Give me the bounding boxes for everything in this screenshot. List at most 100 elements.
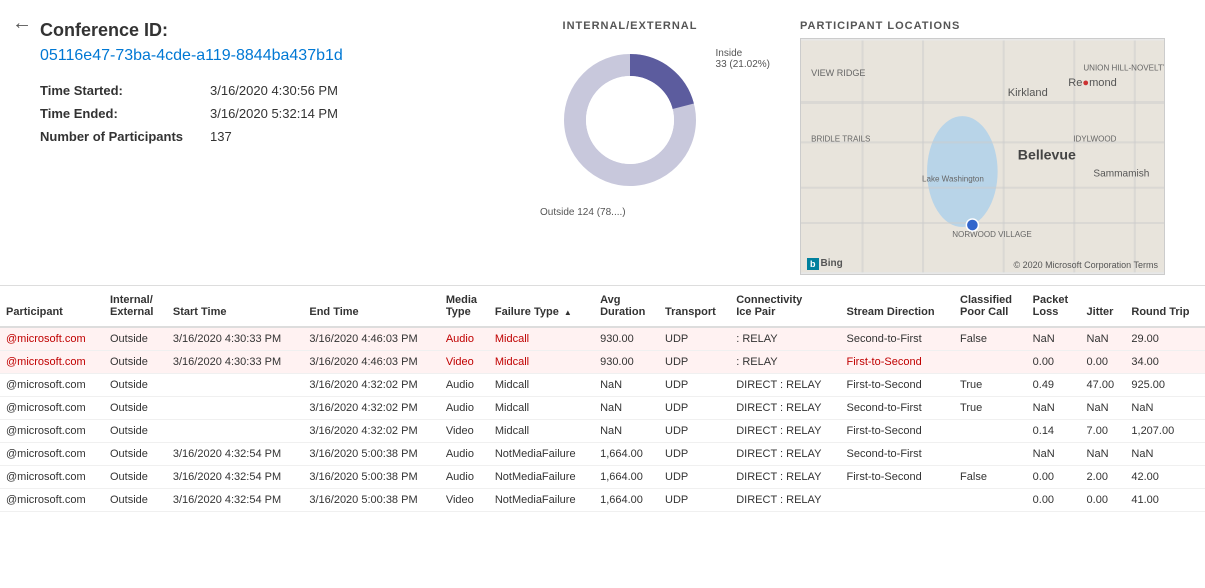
table-cell-internal_external: Outside (104, 442, 167, 465)
table-cell-jitter: 7.00 (1081, 419, 1126, 442)
table-cell-end_time: 3/16/2020 5:00:38 PM (303, 442, 439, 465)
conference-info: Conference ID: 05116e47-73ba-4cde-a119-8… (40, 20, 460, 275)
table-cell-round_trip: NaN (1125, 442, 1205, 465)
table-cell-internal_external: Outside (104, 350, 167, 373)
table-cell-connectivity_ice_pair: DIRECT : RELAY (730, 465, 840, 488)
table-body: @microsoft.comOutside3/16/2020 4:30:33 P… (0, 327, 1205, 512)
table-cell-participant[interactable]: @microsoft.com (0, 327, 104, 351)
table-cell-internal_external: Outside (104, 396, 167, 419)
participants-label: Number of Participants (40, 129, 210, 144)
col-start-time[interactable]: Start Time (167, 286, 303, 327)
col-media-type[interactable]: MediaType (440, 286, 489, 327)
table-cell-jitter: 47.00 (1081, 373, 1126, 396)
table-cell-avg_duration: NaN (594, 419, 659, 442)
table-cell-failure_type: Midcall (489, 396, 594, 419)
table-cell-jitter: NaN (1081, 327, 1126, 351)
table-cell-start_time (167, 396, 303, 419)
time-ended-value: 3/16/2020 5:32:14 PM (210, 106, 460, 121)
back-button[interactable]: ← (12, 12, 32, 35)
table-cell-round_trip: 34.00 (1125, 350, 1205, 373)
table-cell-end_time: 3/16/2020 4:32:02 PM (303, 419, 439, 442)
table-cell-connectivity_ice_pair: DIRECT : RELAY (730, 488, 840, 511)
table-cell-jitter: 2.00 (1081, 465, 1126, 488)
table-row: @microsoft.comOutside3/16/2020 4:32:54 P… (0, 465, 1205, 488)
table-cell-avg_duration: NaN (594, 396, 659, 419)
table-cell-packet_loss: NaN (1027, 327, 1081, 351)
table-cell-stream_direction (841, 488, 955, 511)
table-cell-media_type: Audio (440, 373, 489, 396)
table-cell-classified_poor_call (954, 350, 1027, 373)
col-internal-external[interactable]: Internal/External (104, 286, 167, 327)
table-cell-connectivity_ice_pair: : RELAY (730, 350, 840, 373)
table-cell-internal_external: Outside (104, 327, 167, 351)
col-end-time[interactable]: End Time (303, 286, 439, 327)
col-transport[interactable]: Transport (659, 286, 730, 327)
table-cell-connectivity_ice_pair: : RELAY (730, 327, 840, 351)
table-cell-start_time: 3/16/2020 4:32:54 PM (167, 488, 303, 511)
table-cell-participant: @microsoft.com (0, 419, 104, 442)
table-cell-media_type: Video (440, 488, 489, 511)
col-failure-type[interactable]: Failure Type ▲ (489, 286, 594, 327)
table-cell-participant[interactable]: @microsoft.com (0, 350, 104, 373)
conference-meta: Time Started: 3/16/2020 4:30:56 PM Time … (40, 83, 460, 144)
table-row: @microsoft.comOutside3/16/2020 4:30:33 P… (0, 350, 1205, 373)
table-cell-classified_poor_call: True (954, 396, 1027, 419)
table-row: @microsoft.comOutside3/16/2020 4:32:02 P… (0, 396, 1205, 419)
svg-text:Bellevue: Bellevue (1018, 146, 1076, 162)
sort-arrow-up: ▲ (564, 308, 572, 317)
map-copyright: © 2020 Microsoft Corporation Terms (1013, 260, 1158, 270)
col-round-trip[interactable]: Round Trip (1125, 286, 1205, 327)
col-stream-direction[interactable]: Stream Direction (841, 286, 955, 327)
bing-logo: b Bing (807, 258, 843, 270)
table-cell-failure_type: Midcall (489, 419, 594, 442)
table-cell-packet_loss: 0.49 (1027, 373, 1081, 396)
table-cell-transport: UDP (659, 465, 730, 488)
table-cell-classified_poor_call: False (954, 465, 1027, 488)
time-started-value: 3/16/2020 4:30:56 PM (210, 83, 460, 98)
col-participant[interactable]: Participant (0, 286, 104, 327)
table-cell-end_time: 3/16/2020 4:32:02 PM (303, 373, 439, 396)
table-wrapper[interactable]: Participant Internal/External Start Time… (0, 286, 1205, 512)
map-title: PARTICIPANT LOCATIONS (800, 20, 1165, 32)
table-row: @microsoft.comOutside3/16/2020 4:32:02 P… (0, 373, 1205, 396)
table-cell-internal_external: Outside (104, 488, 167, 511)
col-connectivity[interactable]: ConnectivityIce Pair (730, 286, 840, 327)
table-cell-participant: @microsoft.com (0, 396, 104, 419)
conference-id-label: Conference ID: (40, 20, 460, 41)
table-cell-packet_loss: 0.00 (1027, 488, 1081, 511)
table-cell-stream_direction: Second-to-First (841, 396, 955, 419)
table-cell-stream_direction: First-to-Second (841, 373, 955, 396)
table-cell-end_time: 3/16/2020 5:00:38 PM (303, 488, 439, 511)
table-cell-failure_type: Midcall (489, 327, 594, 351)
table-cell-transport: UDP (659, 327, 730, 351)
table-row: @microsoft.comOutside3/16/2020 4:30:33 P… (0, 327, 1205, 351)
col-jitter[interactable]: Jitter (1081, 286, 1126, 327)
table-cell-start_time: 3/16/2020 4:30:33 PM (167, 350, 303, 373)
table-cell-participant: @microsoft.com (0, 442, 104, 465)
col-classified-poor-call[interactable]: ClassifiedPoor Call (954, 286, 1027, 327)
table-cell-round_trip: 41.00 (1125, 488, 1205, 511)
svg-text:UNION HILL-NOVELTY MILL: UNION HILL-NOVELTY MILL (1083, 64, 1164, 73)
donut-chart-section: INTERNAL/EXTERNAL Inside 33 (21.02%) (480, 20, 780, 275)
table-cell-transport: UDP (659, 419, 730, 442)
table-cell-jitter: NaN (1081, 442, 1126, 465)
outside-label: Outside 124 (78....) (530, 207, 730, 218)
time-ended-label: Time Ended: (40, 106, 210, 121)
col-packet-loss[interactable]: PacketLoss (1027, 286, 1081, 327)
table-cell-jitter: 0.00 (1081, 488, 1126, 511)
conference-id-value[interactable]: 05116e47-73ba-4cde-a119-8844ba437b1d (40, 47, 460, 65)
table-cell-media_type: Audio (440, 442, 489, 465)
table-cell-avg_duration: 1,664.00 (594, 465, 659, 488)
col-avg-duration[interactable]: AvgDuration (594, 286, 659, 327)
table-cell-start_time (167, 419, 303, 442)
svg-text:BRIDLE TRAILS: BRIDLE TRAILS (811, 134, 870, 143)
table-cell-participant: @microsoft.com (0, 465, 104, 488)
table-cell-round_trip: 1,207.00 (1125, 419, 1205, 442)
table-cell-internal_external: Outside (104, 465, 167, 488)
table-cell-avg_duration: NaN (594, 373, 659, 396)
table-cell-failure_type: Midcall (489, 373, 594, 396)
time-started-label: Time Started: (40, 83, 210, 98)
table-row: @microsoft.comOutside3/16/2020 4:32:54 P… (0, 488, 1205, 511)
table-cell-media_type: Audio (440, 327, 489, 351)
svg-text:VIEW RIDGE: VIEW RIDGE (811, 68, 865, 78)
